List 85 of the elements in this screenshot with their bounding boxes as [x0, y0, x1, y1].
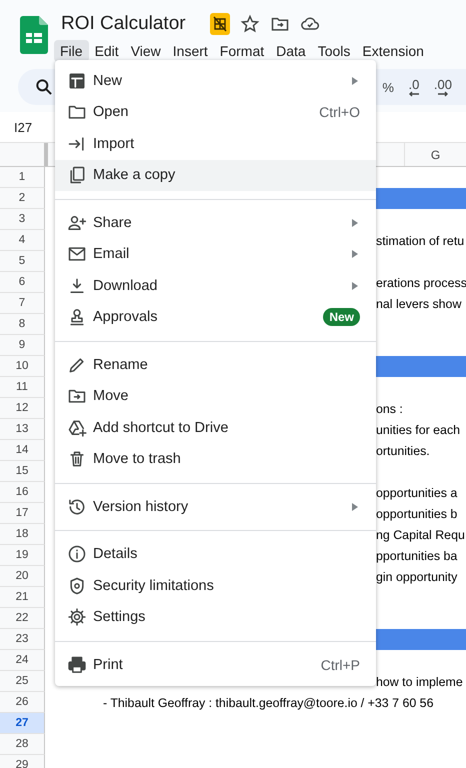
- row-header[interactable]: 19: [0, 545, 45, 566]
- menu-item[interactable]: Settings: [55, 602, 376, 633]
- row-header[interactable]: 14: [0, 440, 45, 461]
- row-header[interactable]: 20: [0, 566, 45, 587]
- row-header[interactable]: 22: [0, 608, 45, 629]
- cell-text: unities for each: [376, 422, 460, 436]
- row-header[interactable]: 24: [0, 650, 45, 671]
- row-header[interactable]: 18: [0, 524, 45, 545]
- menu-item[interactable]: Import: [55, 128, 376, 160]
- menu-item[interactable]: Print Ctrl+P: [55, 649, 376, 680]
- row-header[interactable]: 11: [0, 377, 45, 398]
- percent-format-button[interactable]: %: [382, 80, 394, 94]
- cell-text: opportunities b: [376, 506, 458, 520]
- row-header[interactable]: 2: [0, 188, 45, 209]
- menu-item[interactable]: Email: [55, 238, 376, 270]
- cell-text: pportunities ba: [376, 548, 458, 562]
- star-icon[interactable]: [240, 14, 260, 34]
- row-header[interactable]: 17: [0, 503, 45, 524]
- row-header[interactable]: 27: [0, 713, 45, 734]
- menu-bar-item[interactable]: File: [54, 40, 89, 62]
- menu-item[interactable]: Move: [55, 380, 376, 412]
- row-header[interactable]: 23: [0, 629, 45, 650]
- triangle-plus-icon: [67, 418, 87, 438]
- menu-bar-item[interactable]: View: [124, 40, 167, 62]
- cell-text: ons :: [376, 402, 403, 416]
- document-title[interactable]: ROI Calculator: [61, 13, 186, 35]
- decrease-decimals-button[interactable]: .0: [408, 77, 420, 97]
- cell-text: ng Capital Requ: [376, 528, 465, 542]
- column-header[interactable]: G: [405, 143, 466, 166]
- menu-bar-item[interactable]: Tools: [312, 40, 356, 62]
- history-icon: [67, 496, 87, 517]
- printer-icon: [67, 654, 87, 675]
- menu-item[interactable]: Version history: [55, 491, 376, 522]
- info-icon: [67, 544, 87, 564]
- row-header[interactable]: 4: [0, 230, 45, 251]
- row-header[interactable]: 1: [0, 167, 45, 188]
- menu-item[interactable]: New: [55, 65, 376, 96]
- row-header[interactable]: 21: [0, 587, 45, 608]
- row-header[interactable]: 10: [0, 356, 45, 377]
- row-header[interactable]: 5: [0, 251, 45, 272]
- cell-text: opportunities a: [376, 486, 458, 500]
- plus-square-icon: [67, 70, 87, 91]
- cell-text: stimation of retu: [376, 234, 464, 248]
- menu-bar-item[interactable]: Extension: [356, 40, 430, 62]
- menu-item[interactable]: Add shortcut to Drive: [55, 412, 376, 444]
- row-header[interactable]: 28: [0, 734, 45, 755]
- row-header[interactable]: 12: [0, 398, 45, 419]
- menu-item[interactable]: Details: [55, 538, 376, 570]
- menu-item[interactable]: Share: [55, 207, 376, 238]
- menu-item[interactable]: Make a copy: [55, 160, 376, 191]
- row-header[interactable]: 25: [0, 671, 45, 692]
- menu-item[interactable]: Download: [55, 270, 376, 302]
- row-header[interactable]: 15: [0, 461, 45, 482]
- cell-text: nal levers show: [376, 296, 462, 310]
- right-arrow-icon: [436, 91, 449, 97]
- cell-text: gin opportunity: [376, 570, 458, 584]
- menu-bar-item[interactable]: Edit: [88, 40, 125, 62]
- row-header[interactable]: 3: [0, 209, 45, 230]
- name-box[interactable]: I27: [14, 120, 32, 134]
- menu-bar-item[interactable]: Insert: [166, 40, 214, 62]
- settings-icon: [67, 607, 87, 628]
- row-header[interactable]: 16: [0, 482, 45, 503]
- row-header[interactable]: 7: [0, 293, 45, 314]
- new-badge: New: [323, 308, 360, 326]
- row-header[interactable]: 26: [0, 692, 45, 713]
- menu-item[interactable]: Approvals New: [55, 302, 376, 333]
- left-arrow-icon: [408, 91, 420, 97]
- row-header[interactable]: 29: [0, 755, 45, 768]
- menu-item[interactable]: Security limitations: [55, 570, 376, 602]
- row-header[interactable]: 13: [0, 419, 45, 440]
- menu-bar-item[interactable]: Data: [270, 40, 312, 62]
- menu-item[interactable]: Open Ctrl+O: [55, 96, 376, 128]
- increase-decimals-button[interactable]: .00: [434, 77, 452, 97]
- row-header[interactable]: 9: [0, 335, 45, 356]
- spreadsheet-logo-icon[interactable]: [20, 16, 48, 54]
- cell-text: how to impleme: [376, 674, 463, 688]
- menu-item[interactable]: Move to trash: [55, 444, 376, 475]
- row-header[interactable]: 6: [0, 272, 45, 293]
- row-header[interactable]: 8: [0, 314, 45, 335]
- cell-text: - Thibault Geoffray : thibault.geoffray@toore.io / +33 7 60 56: [103, 696, 434, 710]
- menu-item[interactable]: Rename: [55, 349, 376, 380]
- search-icon[interactable]: [34, 77, 54, 97]
- menu-bar-item[interactable]: Format: [214, 40, 270, 62]
- spreadsheet-slash-icon[interactable]: [210, 13, 230, 35]
- cell-text: ortunities.: [376, 444, 430, 458]
